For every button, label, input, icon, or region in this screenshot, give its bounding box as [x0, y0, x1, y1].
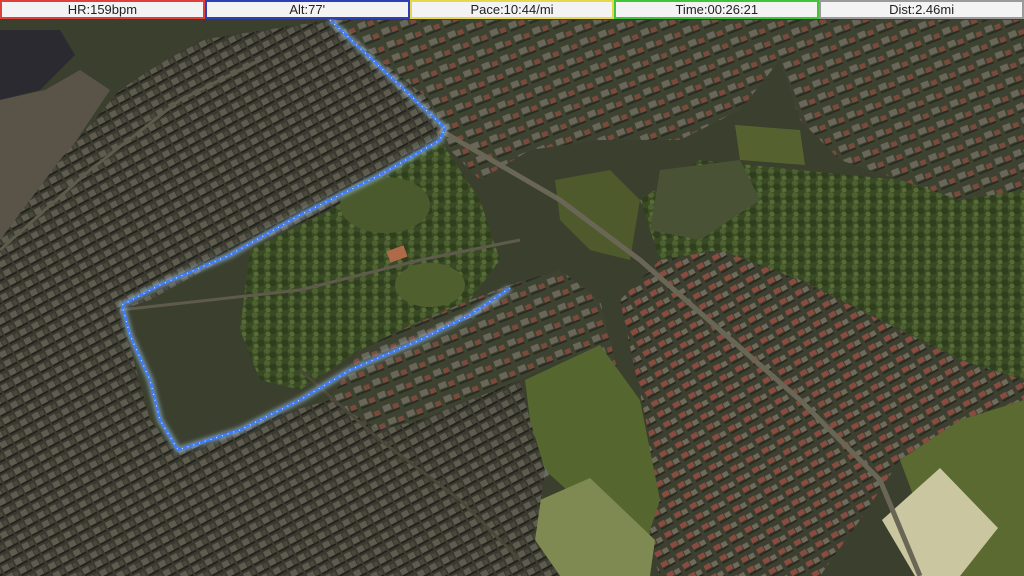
stats-bar: HR:159bpm Alt:77' Pace:10:44/mi Time:00:… — [0, 0, 1024, 19]
field-north-east — [735, 125, 805, 165]
park-lawn-2 — [395, 263, 465, 307]
time-stat: Time:00:26:21 — [614, 0, 820, 19]
distance-stat: Dist:2.46mi — [819, 0, 1024, 19]
map-stage: HR:159bpm Alt:77' Pace:10:44/mi Time:00:… — [0, 0, 1024, 576]
pace-stat: Pace:10:44/mi — [409, 0, 615, 19]
heart-rate-stat: HR:159bpm — [0, 0, 205, 19]
satellite-map[interactable] — [0, 0, 1024, 576]
altitude-stat: Alt:77' — [204, 0, 410, 19]
